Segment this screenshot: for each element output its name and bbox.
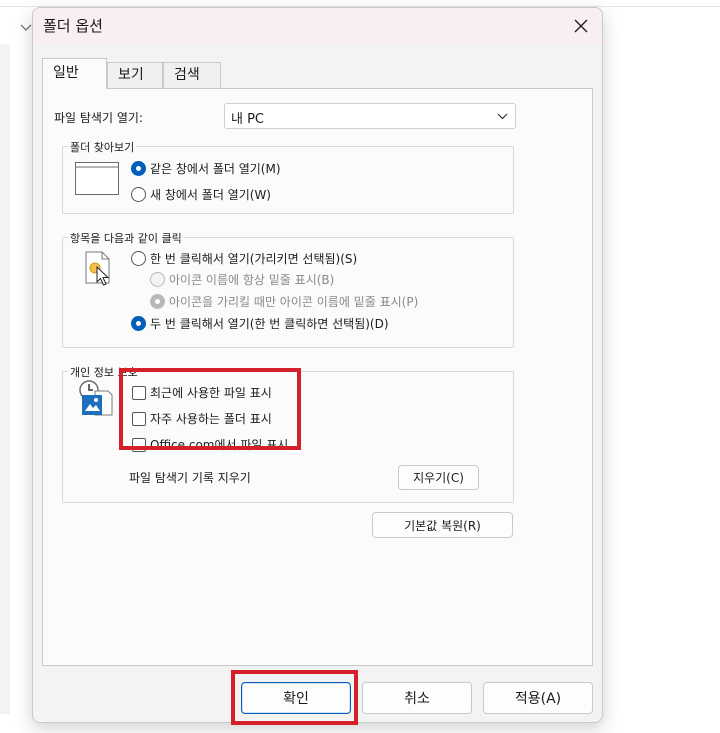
privacy-history-icon bbox=[79, 380, 113, 416]
chevron-down-icon bbox=[497, 113, 508, 120]
radio-double-click-label: 두 번 클릭해서 열기(한 번 클릭하면 선택됨)(D) bbox=[150, 317, 389, 331]
privacy-legend: 개인 정보 보호 bbox=[68, 364, 140, 380]
open-explorer-label: 파일 탐색기 열기: bbox=[54, 111, 143, 125]
browse-folders-group bbox=[62, 146, 514, 214]
checkbox[interactable] bbox=[132, 437, 146, 452]
radio-single-click-label: 한 번 클릭해서 열기(가리키면 선택됨)(S) bbox=[150, 252, 358, 266]
radio-underline-always[interactable]: 아이콘 이름에 항상 밑줄 표시(B) bbox=[150, 271, 334, 288]
radio-underline-always-label: 아이콘 이름에 항상 밑줄 표시(B) bbox=[169, 273, 335, 287]
tab-view[interactable]: 보기 bbox=[107, 62, 163, 88]
dialog-title: 폴더 옵션 bbox=[43, 17, 103, 35]
title-bar[interactable]: 폴더 옵션 bbox=[33, 8, 602, 44]
general-tab-page: 파일 탐색기 열기: 내 PC 폴더 찾아보기 같은 창에서 폴더 열기(M) … bbox=[42, 88, 593, 666]
restore-defaults-button[interactable]: 기본값 복원(R) bbox=[372, 512, 513, 538]
radio-same-window[interactable]: 같은 창에서 폴더 열기(M) bbox=[131, 160, 281, 177]
tab-search[interactable]: 검색 bbox=[163, 62, 221, 88]
radio-button[interactable] bbox=[131, 251, 146, 266]
checkbox-office-files-label: Office.com에서 파일 표시 bbox=[150, 438, 289, 452]
window-preview-icon bbox=[75, 162, 119, 195]
checkbox-frequent-folders[interactable]: 자주 사용하는 폴더 표시 bbox=[132, 410, 272, 427]
radio-button[interactable] bbox=[131, 161, 146, 176]
radio-new-window-label: 새 창에서 폴더 열기(W) bbox=[150, 188, 271, 202]
radio-underline-hover[interactable]: 아이콘을 가리킬 때만 아이콘 이름에 밑줄 표시(P) bbox=[150, 293, 418, 310]
close-button[interactable] bbox=[566, 12, 596, 40]
browse-folders-legend: 폴더 찾아보기 bbox=[68, 139, 137, 155]
open-explorer-value: 내 PC bbox=[231, 112, 265, 127]
cancel-button[interactable]: 취소 bbox=[362, 682, 472, 714]
radio-same-window-label: 같은 창에서 폴더 열기(M) bbox=[150, 162, 281, 176]
radio-double-click[interactable]: 두 번 클릭해서 열기(한 번 클릭하면 선택됨)(D) bbox=[131, 315, 389, 332]
clear-history-label: 파일 탐색기 기록 지우기 bbox=[129, 471, 251, 485]
close-icon bbox=[574, 19, 588, 33]
radio-button[interactable] bbox=[150, 272, 165, 287]
ok-button[interactable]: 확인 bbox=[241, 682, 351, 714]
clear-history-button[interactable]: 지우기(C) bbox=[398, 465, 479, 490]
checkbox-frequent-folders-label: 자주 사용하는 폴더 표시 bbox=[150, 412, 272, 426]
folder-options-dialog: 폴더 옵션 일반 보기 검색 파일 탐색기 열기: 내 PC 폴더 찾아보기 같… bbox=[32, 7, 603, 723]
background-panel-edge bbox=[0, 44, 10, 714]
checkbox[interactable] bbox=[132, 411, 146, 426]
radio-button[interactable] bbox=[150, 294, 165, 309]
radio-single-click[interactable]: 한 번 클릭해서 열기(가리키면 선택됨)(S) bbox=[131, 250, 357, 267]
click-document-icon bbox=[85, 251, 110, 286]
radio-button[interactable] bbox=[131, 316, 146, 331]
checkbox-recent-files-label: 최근에 사용한 파일 표시 bbox=[150, 386, 272, 400]
open-explorer-select[interactable]: 내 PC bbox=[224, 103, 516, 129]
checkbox-office-files[interactable]: Office.com에서 파일 표시 bbox=[132, 436, 288, 453]
click-items-legend: 항목을 다음과 같이 클릭 bbox=[68, 230, 184, 246]
apply-button[interactable]: 적용(A) bbox=[483, 682, 593, 714]
checkbox-recent-files[interactable]: 최근에 사용한 파일 표시 bbox=[132, 384, 272, 401]
tab-general[interactable]: 일반 bbox=[42, 58, 107, 89]
radio-new-window[interactable]: 새 창에서 폴더 열기(W) bbox=[131, 186, 271, 203]
radio-underline-hover-label: 아이콘을 가리킬 때만 아이콘 이름에 밑줄 표시(P) bbox=[169, 295, 419, 309]
radio-button[interactable] bbox=[131, 187, 146, 202]
checkbox[interactable] bbox=[132, 385, 146, 400]
